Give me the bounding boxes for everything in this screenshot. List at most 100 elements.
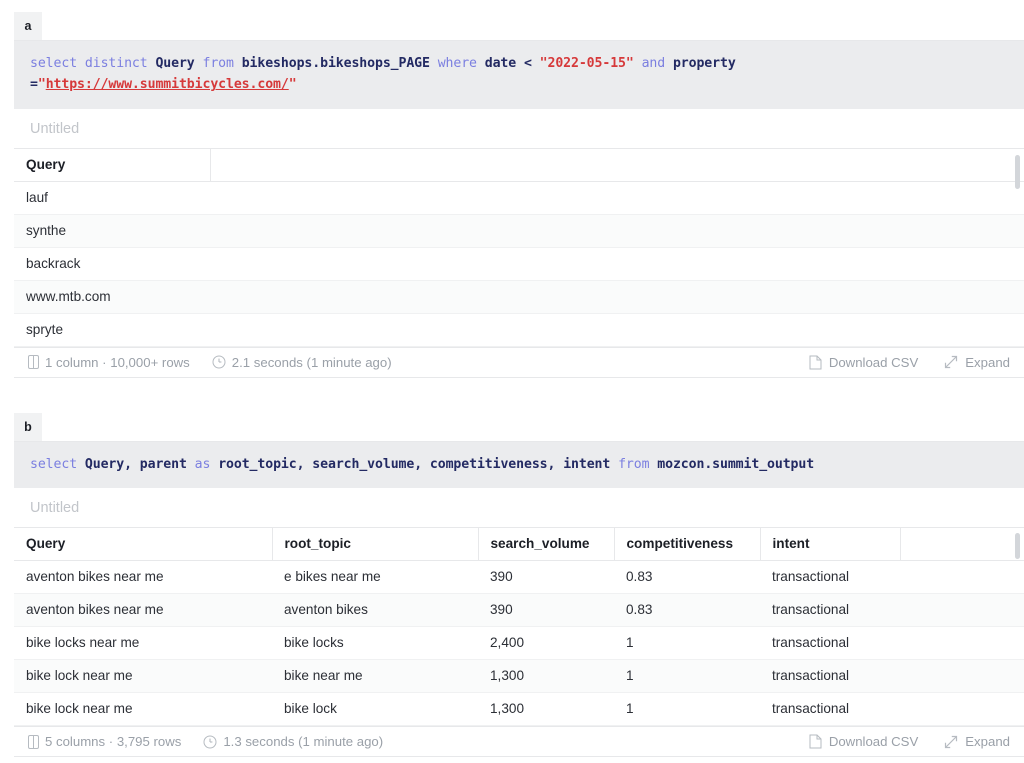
table-cell-query: backrack bbox=[14, 247, 210, 281]
download-csv-button-b[interactable]: Download CSV bbox=[809, 734, 918, 749]
timing-text-b: 1.3 seconds (1 minute ago) bbox=[223, 734, 384, 750]
sql-token: select bbox=[30, 56, 78, 71]
sql-token: , bbox=[547, 457, 564, 472]
column-header-query[interactable]: Query bbox=[14, 528, 273, 562]
expand-arrow-icon bbox=[944, 735, 958, 749]
expand-button-b[interactable]: Expand bbox=[944, 734, 1010, 749]
table-cell-query: aventon bikes near me bbox=[14, 593, 272, 628]
download-csv-button-a[interactable]: Download CSV bbox=[809, 355, 918, 370]
table-cell-search_volume: 390 bbox=[478, 593, 614, 628]
table-cell-competitiveness: 1 bbox=[614, 626, 760, 661]
sql-query-a[interactable]: select distinct Query from bikeshops.bik… bbox=[14, 41, 1024, 109]
table-row[interactable]: bike lock near me bike near me 1,300 1 trans… bbox=[14, 659, 1024, 694]
sql-token: from bbox=[202, 56, 234, 71]
sql-token: distinct bbox=[84, 56, 148, 71]
table-row[interactable]: backrack bbox=[14, 247, 1024, 281]
sql-query-b[interactable]: select Query, parent as root_topic, sear… bbox=[14, 442, 1024, 489]
panel-body-b: select Query, parent as root_topic, sear… bbox=[14, 441, 1024, 758]
column-header-intent[interactable]: intent bbox=[760, 528, 901, 562]
query-result-panel-b: b select Query, parent as root_topic, se… bbox=[14, 413, 1024, 758]
vertical-scrollbar-a[interactable] bbox=[1015, 154, 1020, 189]
table-row[interactable]: synthe bbox=[14, 214, 1024, 248]
table-cell-blank-1 bbox=[210, 313, 1024, 347]
column-header-blank-1[interactable] bbox=[210, 148, 1024, 182]
table-row[interactable]: bike lock near me bike lock 1,300 1 transact… bbox=[14, 692, 1024, 727]
timing-info-b: 1.3 seconds (1 minute ago) bbox=[203, 734, 383, 749]
sql-token: competitiveness bbox=[429, 457, 548, 472]
vertical-scrollbar-b[interactable] bbox=[1015, 533, 1020, 560]
sql-token: select bbox=[30, 457, 78, 472]
sql-token: mozcon.summit_output bbox=[657, 457, 815, 472]
table-cell-blank-5 bbox=[900, 593, 1024, 628]
sql-token: from bbox=[618, 457, 650, 472]
table-cell-intent: transactional bbox=[760, 593, 900, 628]
sql-token: root_topic bbox=[218, 457, 297, 472]
sql-token: property bbox=[672, 56, 736, 71]
result-title-a[interactable]: Untitled bbox=[14, 109, 1024, 148]
table-cell-competitiveness: 1 bbox=[614, 692, 760, 727]
column-header-root_topic[interactable]: root_topic bbox=[272, 528, 479, 562]
timing-info-a: 2.1 seconds (1 minute ago) bbox=[212, 355, 392, 370]
expand-label-a: Expand bbox=[965, 354, 1010, 370]
sql-token: bikeshops.bikeshops_PAGE bbox=[241, 56, 430, 71]
sql-token: search_volume bbox=[312, 457, 415, 472]
table-row[interactable]: lauf bbox=[14, 181, 1024, 215]
table-cell-query: bike lock near me bbox=[14, 692, 272, 727]
result-footer-a: 1 column · 10,000+ rows 2.1 seconds (1 m… bbox=[14, 346, 1024, 378]
timing-text-a: 2.1 seconds (1 minute ago) bbox=[231, 354, 392, 370]
table-row[interactable]: spryte bbox=[14, 313, 1024, 347]
columns-icon bbox=[28, 734, 39, 749]
sql-token: , bbox=[124, 457, 140, 472]
sql-token: Query bbox=[155, 56, 195, 71]
document-icon bbox=[809, 355, 822, 370]
sql-token: = bbox=[30, 77, 38, 93]
table-cell-competitiveness: 0.83 bbox=[614, 593, 760, 628]
table-cell-root_topic: bike lock bbox=[272, 692, 478, 727]
column-header-query[interactable]: Query bbox=[14, 148, 211, 182]
result-title-b[interactable]: Untitled bbox=[14, 488, 1024, 527]
columns-rows-info-b: 5 columns · 3,795 rows bbox=[28, 734, 181, 749]
table-cell-competitiveness: 0.83 bbox=[614, 560, 760, 595]
columns-icon bbox=[28, 355, 39, 370]
results-page: a select distinct Query from bikeshops.b… bbox=[0, 0, 1024, 763]
table-cell-intent: transactional bbox=[760, 659, 900, 694]
column-header-search_volume[interactable]: search_volume bbox=[478, 528, 615, 562]
table-cell-root_topic: bike near me bbox=[272, 659, 478, 694]
sql-token: as bbox=[194, 457, 211, 472]
sql-token: https://www.summitbicycles.com/ bbox=[45, 77, 289, 93]
table-row[interactable]: www.mtb.com bbox=[14, 280, 1024, 314]
sql-token: " bbox=[288, 77, 297, 93]
columns-rows-info-a: 1 column · 10,000+ rows bbox=[28, 355, 190, 370]
table-cell-blank-1 bbox=[210, 280, 1024, 314]
table-cell-blank-5 bbox=[900, 659, 1024, 694]
table-row[interactable]: bike locks near me bike locks 2,400 1 transa… bbox=[14, 626, 1024, 661]
table-row[interactable]: aventon bikes near me e bikes near me 390 0… bbox=[14, 560, 1024, 595]
table-cell-blank-1 bbox=[210, 247, 1024, 281]
table-cell-root_topic: e bikes near me bbox=[272, 560, 478, 595]
table-cell-query: lauf bbox=[14, 181, 210, 215]
table-row[interactable]: aventon bikes near me aventon bikes 390 0.8… bbox=[14, 593, 1024, 628]
sql-token: date bbox=[484, 56, 517, 71]
sql-token: where bbox=[437, 56, 477, 71]
expand-button-a[interactable]: Expand bbox=[944, 355, 1010, 370]
column-header-blank-5[interactable] bbox=[900, 528, 1024, 562]
result-table-wrapper-b: Query root_topic search_volume competitiven… bbox=[14, 527, 1024, 727]
column-header-competitiveness[interactable]: competitiveness bbox=[614, 528, 761, 562]
table-cell-search_volume: 2,400 bbox=[478, 626, 614, 661]
sql-token: , bbox=[414, 457, 430, 472]
result-table-a: Query lauf synthe backrack www.mtb.com spryt… bbox=[14, 148, 1024, 347]
sql-token: "2022-05-15" bbox=[539, 56, 634, 71]
sql-token: and bbox=[641, 56, 666, 71]
table-cell-blank-1 bbox=[210, 214, 1024, 248]
footer-actions-b: Download CSV Expand bbox=[809, 734, 1010, 749]
table-cell-blank-5 bbox=[900, 560, 1024, 595]
query-result-panel-a: a select distinct Query from bikeshops.b… bbox=[14, 12, 1024, 378]
